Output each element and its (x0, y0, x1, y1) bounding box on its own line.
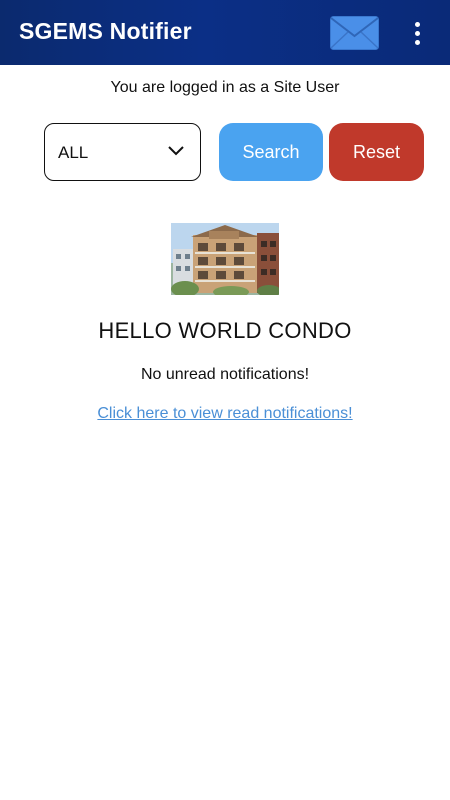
more-vert-icon[interactable] (405, 18, 429, 48)
login-status-text: You are logged in as a Site User (110, 79, 340, 96)
site-filter-select[interactable]: ALL (44, 123, 201, 181)
view-read-notifications-link[interactable]: Click here to view read notifications! (0, 405, 450, 423)
no-unread-message: No unread notifications! (140, 366, 310, 383)
site-building-image (171, 223, 279, 295)
filter-selected-value: ALL (58, 143, 89, 162)
chevron-down-icon (168, 146, 184, 156)
mail-icon[interactable] (330, 16, 379, 50)
reset-button[interactable]: Reset (329, 123, 424, 181)
site-name-heading: HELLO WORLD CONDO (98, 318, 352, 343)
app-bar: SGEMS Notifier (0, 0, 450, 65)
search-button[interactable]: Search (219, 123, 323, 181)
app-title: SGEMS Notifier (19, 18, 192, 44)
